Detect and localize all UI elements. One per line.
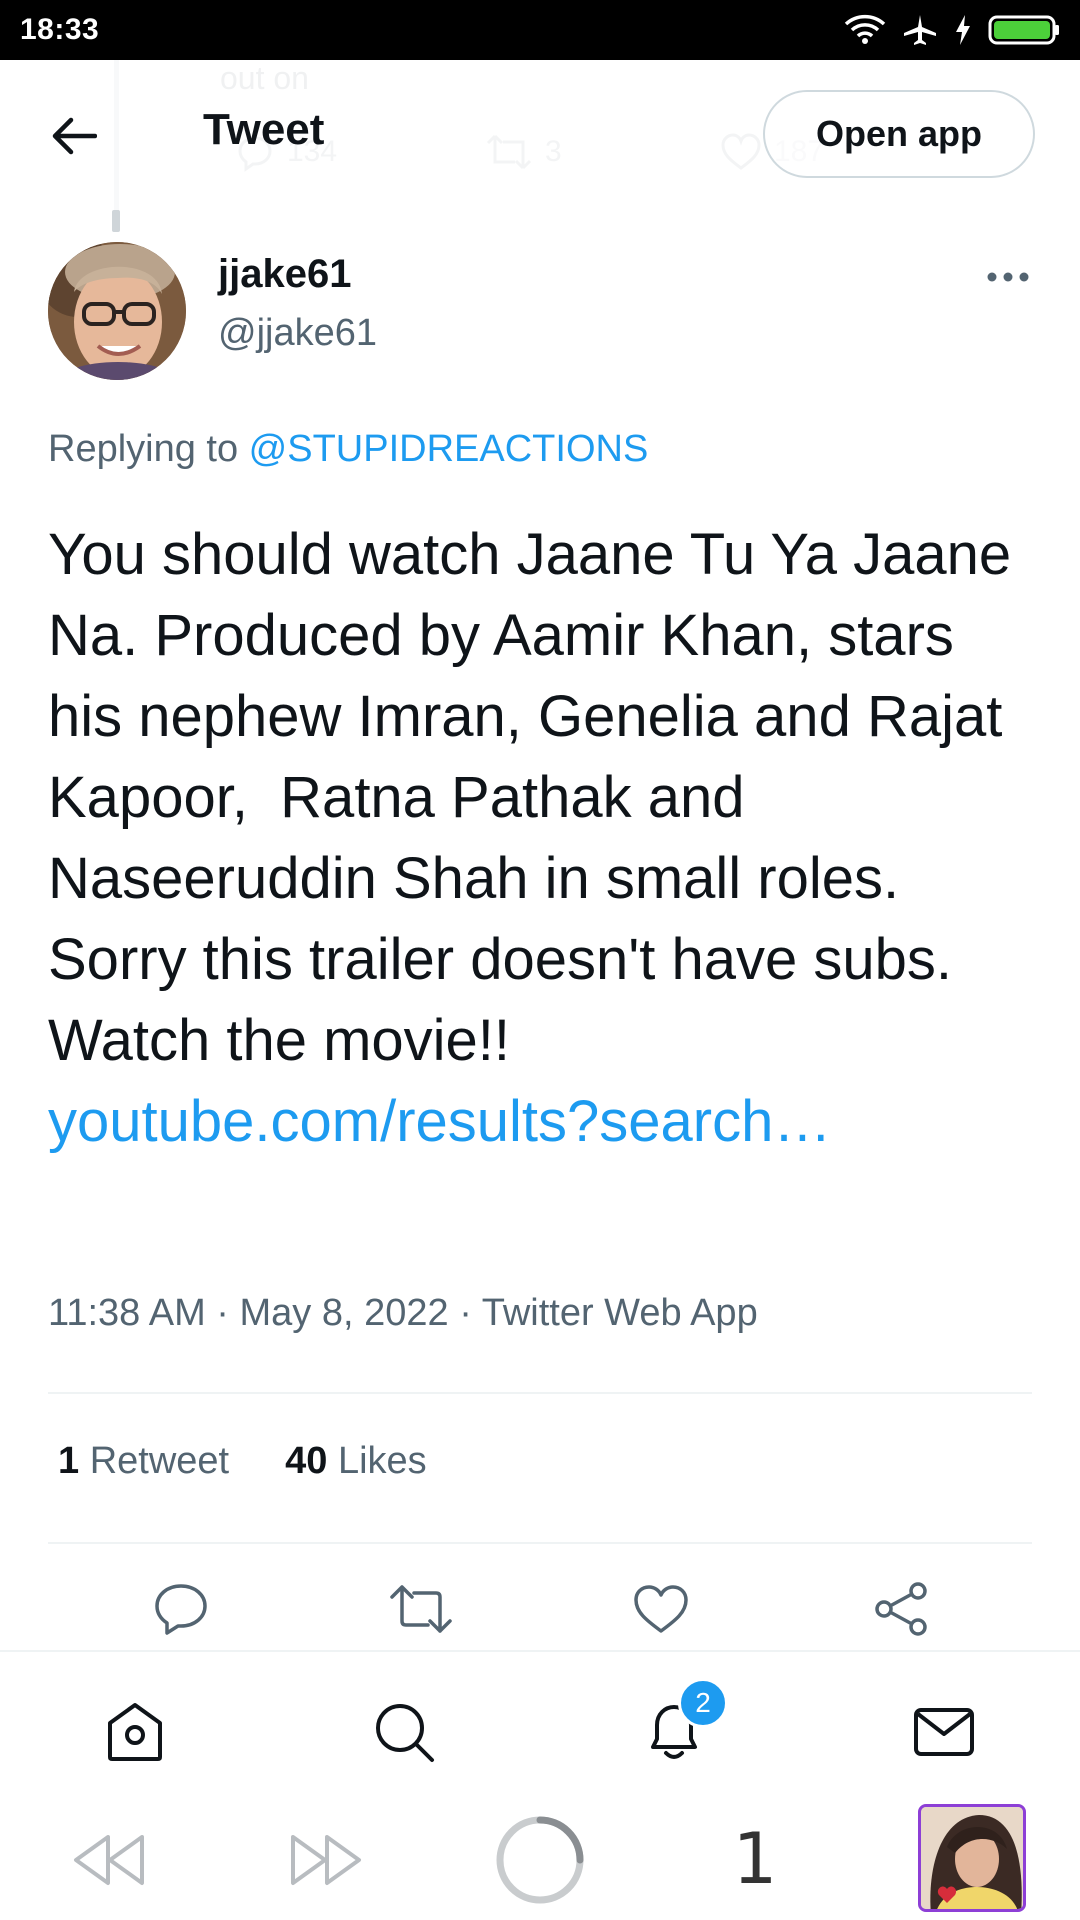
profile-image [921,1807,1023,1909]
browser-forward-button[interactable] [287,1828,365,1892]
wifi-icon [844,14,886,44]
retweet-button[interactable] [386,1574,456,1644]
fast-forward-icon [291,1835,361,1885]
tweet-link[interactable]: youtube.com/results?search… [48,1089,831,1154]
battery-icon [988,15,1059,45]
tab-home[interactable] [95,1692,175,1772]
tweet-stats: 1 Retweet 40 Likes [58,1440,427,1483]
divider [48,1542,1032,1544]
tab-search[interactable] [364,1692,444,1772]
rewind-icon [74,1835,144,1885]
replying-to-mention[interactable]: @STUPIDREACTIONS [249,428,649,470]
thread-line-end [112,210,120,232]
retweet-count: 1 [58,1440,80,1482]
share-icon [875,1582,927,1636]
tweet-body: You should watch Jaane Tu Ya Jaane Na. P… [48,522,1028,1073]
more-options-button[interactable] [980,262,1036,292]
page-title: Tweet [203,105,325,154]
author-avatar[interactable] [48,242,186,380]
back-arrow-icon [52,117,97,155]
status-icons [844,13,1060,47]
replying-to: Replying to @STUPIDREACTIONS [48,428,648,471]
tab-messages[interactable] [904,1692,984,1772]
reply-button[interactable] [146,1574,216,1644]
browser-reload-button[interactable] [494,1814,586,1906]
divider [48,1392,1032,1394]
browser-tab-count[interactable]: 1 [720,1814,790,1904]
author-name[interactable]: jjake61 [218,252,351,297]
notification-badge: 2 [678,1678,728,1728]
status-time: 18:33 [20,13,100,46]
like-button[interactable] [626,1574,696,1644]
open-app-button[interactable]: Open app [763,90,1035,178]
reply-icon [155,1584,207,1635]
airplane-icon [904,15,936,45]
more-icon [987,272,1029,282]
mail-icon [914,1708,974,1756]
heart-icon [634,1585,688,1633]
home-icon [108,1703,162,1761]
search-icon [376,1704,434,1762]
like-count: 40 [285,1440,328,1482]
tweet-text: You should watch Jaane Tu Ya Jaane Na. P… [48,514,1038,1162]
browser-back-button[interactable] [70,1828,148,1892]
avatar-image [48,242,186,380]
back-button[interactable] [44,108,104,164]
browser-profile-thumbnail[interactable] [918,1804,1026,1912]
replying-prefix: Replying to [48,428,249,470]
status-bar: 18:33 [0,0,1080,60]
likes-stat[interactable]: 40 Likes [285,1440,427,1483]
retweet-icon [390,1585,452,1633]
retweet-stat[interactable]: 1 Retweet [58,1440,229,1483]
tweet-meta[interactable]: 11:38 AM · May 8, 2022 · Twitter Web App [48,1292,758,1335]
like-label: Likes [337,1440,427,1482]
loading-spinner-icon [496,1816,584,1904]
tab-notifications[interactable]: 2 [634,1678,728,1772]
browser-nav-bar: 1 [0,1800,1080,1920]
bottom-tab-bar: 2 [0,1650,1080,1800]
share-button[interactable] [866,1574,936,1644]
retweet-label: Retweet [89,1440,230,1482]
charging-icon [956,15,970,45]
top-header: Tweet Open app [0,60,1080,210]
author-handle[interactable]: @jjake61 [218,312,377,355]
tweet-actions [0,1574,1080,1644]
